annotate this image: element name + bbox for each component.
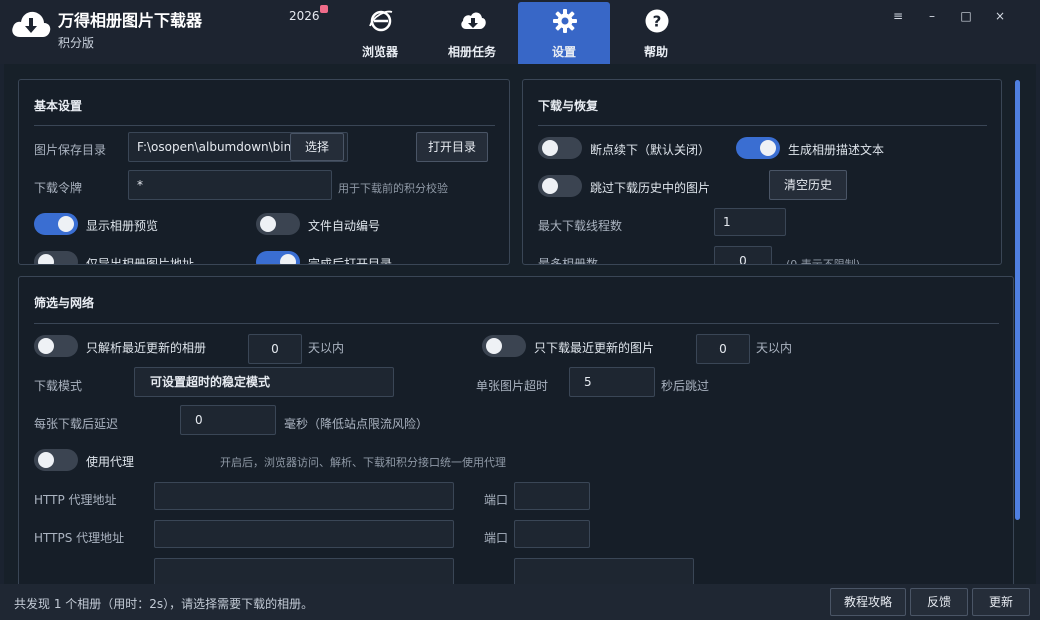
svg-text:?: ? (653, 13, 662, 31)
tab-help[interactable]: ? 帮助 (610, 2, 702, 64)
tab-settings-label: 设置 (551, 45, 576, 59)
auto-number-toggle[interactable] (256, 213, 300, 235)
minimize-button[interactable]: – (921, 6, 943, 26)
timeout-label: 单张图片超时 (476, 379, 549, 393)
tab-album-tasks[interactable]: 相册任务 (426, 2, 518, 64)
divider (34, 125, 495, 126)
delay-input[interactable]: 0 (180, 405, 276, 435)
divider (34, 323, 999, 324)
help-circle-icon: ? (645, 9, 669, 33)
skip-history-label: 跳过下载历史中的图片 (590, 181, 711, 195)
proxy-label: 使用代理 (86, 455, 135, 469)
https-port-input[interactable] (514, 520, 590, 548)
recent-images-toggle[interactable] (482, 335, 526, 357)
status-bar: 共发现 1 个相册（用时：2s），请选择需要下载的相册。 教程攻略 反馈 更新 (0, 584, 1040, 620)
year-label: 2026 (289, 9, 320, 23)
only-export-label: 仅导出相册图片地址 (86, 257, 195, 265)
basic-settings-panel: 基本设置 图片保存目录 F:\osopen\albumdown\bin\ 选择 … (18, 79, 510, 265)
delay-unit: 毫秒（降低站点限流风险） (284, 417, 429, 431)
resume-label: 断点续下（默认关闭） (590, 143, 711, 157)
max-albums-input[interactable]: 0 (714, 246, 772, 264)
token-label: 下载令牌 (34, 181, 83, 195)
tab-browser[interactable]: 浏览器 (334, 2, 426, 64)
http-proxy-input[interactable] (154, 482, 454, 510)
tutorial-button[interactable]: 教程攻略 (830, 588, 906, 616)
https-port-label: 端口 (484, 531, 509, 545)
tab-browser-label: 浏览器 (361, 45, 398, 59)
filter-network-panel: 筛选与网络 只解析最近更新的相册 0 天以内 只下载最近更新的图片 0 天以内 … (18, 276, 1014, 584)
clear-history-button[interactable]: 清空历史 (769, 170, 847, 200)
divider (538, 125, 987, 126)
open-dir-button[interactable]: 打开目录 (416, 132, 488, 162)
tab-settings[interactable]: 设置 (518, 2, 610, 64)
status-message: 共发现 1 个相册（用时：2s），请选择需要下载的相册。 (14, 597, 314, 611)
recent-images-days-input[interactable]: 0 (696, 334, 750, 364)
tab-album-tasks-label: 相册任务 (447, 45, 496, 59)
save-dir-label: 图片保存目录 (34, 143, 107, 157)
update-button[interactable]: 更新 (972, 588, 1030, 616)
recent-albums-label: 只解析最近更新的相册 (86, 341, 207, 355)
proxy-hint: 开启后，浏览器访问、解析、下载和积分接口统一使用代理 (220, 456, 506, 469)
resume-toggle[interactable] (538, 137, 582, 159)
recent-images-label: 只下载最近更新的图片 (534, 341, 655, 355)
partial-input[interactable] (154, 558, 454, 584)
recent-images-unit: 天以内 (756, 341, 793, 355)
app-title: 万得相册图片下载器 (58, 11, 203, 30)
download-mode-label: 下载模式 (34, 379, 83, 393)
delay-label: 每张下载后延迟 (34, 417, 119, 431)
tab-help-label: 帮助 (643, 45, 668, 59)
max-albums-hint: (0 表示不限制) (786, 258, 861, 265)
gear-icon (553, 9, 577, 33)
vertical-scrollbar[interactable] (1015, 80, 1020, 520)
partial-input[interactable] (514, 558, 694, 584)
cloud-download-icon (461, 12, 486, 29)
max-albums-label: 最多相册数 (538, 257, 599, 265)
recent-albums-days-input[interactable]: 0 (248, 334, 302, 364)
auto-number-label: 文件自动编号 (308, 219, 381, 233)
download-resume-panel: 下载与恢复 断点续下（默认关闭） 生成相册描述文本 跳过下载历史中的图片 清空历… (522, 79, 1002, 265)
timeout-unit: 秒后跳过 (661, 379, 710, 393)
http-port-input[interactable] (514, 482, 590, 510)
gen-desc-toggle[interactable] (736, 137, 780, 159)
maximize-button[interactable]: □ (955, 6, 977, 26)
gen-desc-label: 生成相册描述文本 (788, 143, 885, 157)
recent-albums-toggle[interactable] (34, 335, 78, 357)
feedback-button[interactable]: 反馈 (910, 588, 968, 616)
proxy-toggle[interactable] (34, 449, 78, 471)
filter-network-title: 筛选与网络 (34, 296, 95, 310)
skip-history-toggle[interactable] (538, 175, 582, 197)
token-input[interactable]: * (128, 170, 332, 200)
browser-e-icon (369, 10, 393, 32)
title-bar: 万得相册图片下载器 积分版 2026 浏览器 相册任务 设置 ? 帮助 ≡ – … (0, 0, 1040, 64)
max-threads-input[interactable]: 1 (714, 208, 786, 236)
http-proxy-label: HTTP 代理地址 (34, 493, 117, 507)
settings-content: 基本设置 图片保存目录 F:\osopen\albumdown\bin\ 选择 … (4, 64, 1036, 584)
https-proxy-input[interactable] (154, 520, 454, 548)
https-proxy-label: HTTPS 代理地址 (34, 531, 125, 545)
app-logo-cloud-download-icon (10, 5, 52, 43)
http-port-label: 端口 (484, 493, 509, 507)
max-threads-label: 最大下载线程数 (538, 219, 623, 233)
recent-albums-unit: 天以内 (308, 341, 345, 355)
app-subtitle: 积分版 (58, 36, 95, 50)
show-preview-label: 显示相册预览 (86, 219, 159, 233)
show-preview-toggle[interactable] (34, 213, 78, 235)
download-resume-title: 下载与恢复 (538, 99, 599, 113)
download-mode-select[interactable]: 可设置超时的稳定模式 (134, 367, 394, 397)
basic-settings-title: 基本设置 (34, 99, 83, 113)
close-button[interactable]: × (989, 6, 1011, 26)
open-after-label: 完成后打开目录 (308, 257, 393, 265)
timeout-input[interactable]: 5 (569, 367, 655, 397)
open-after-toggle[interactable] (256, 251, 300, 264)
choose-dir-button[interactable]: 选择 (290, 133, 344, 161)
only-export-toggle[interactable] (34, 251, 78, 264)
menu-icon[interactable]: ≡ (887, 6, 909, 26)
notification-dot (320, 5, 328, 13)
token-hint: 用于下载前的积分校验 (338, 182, 448, 195)
